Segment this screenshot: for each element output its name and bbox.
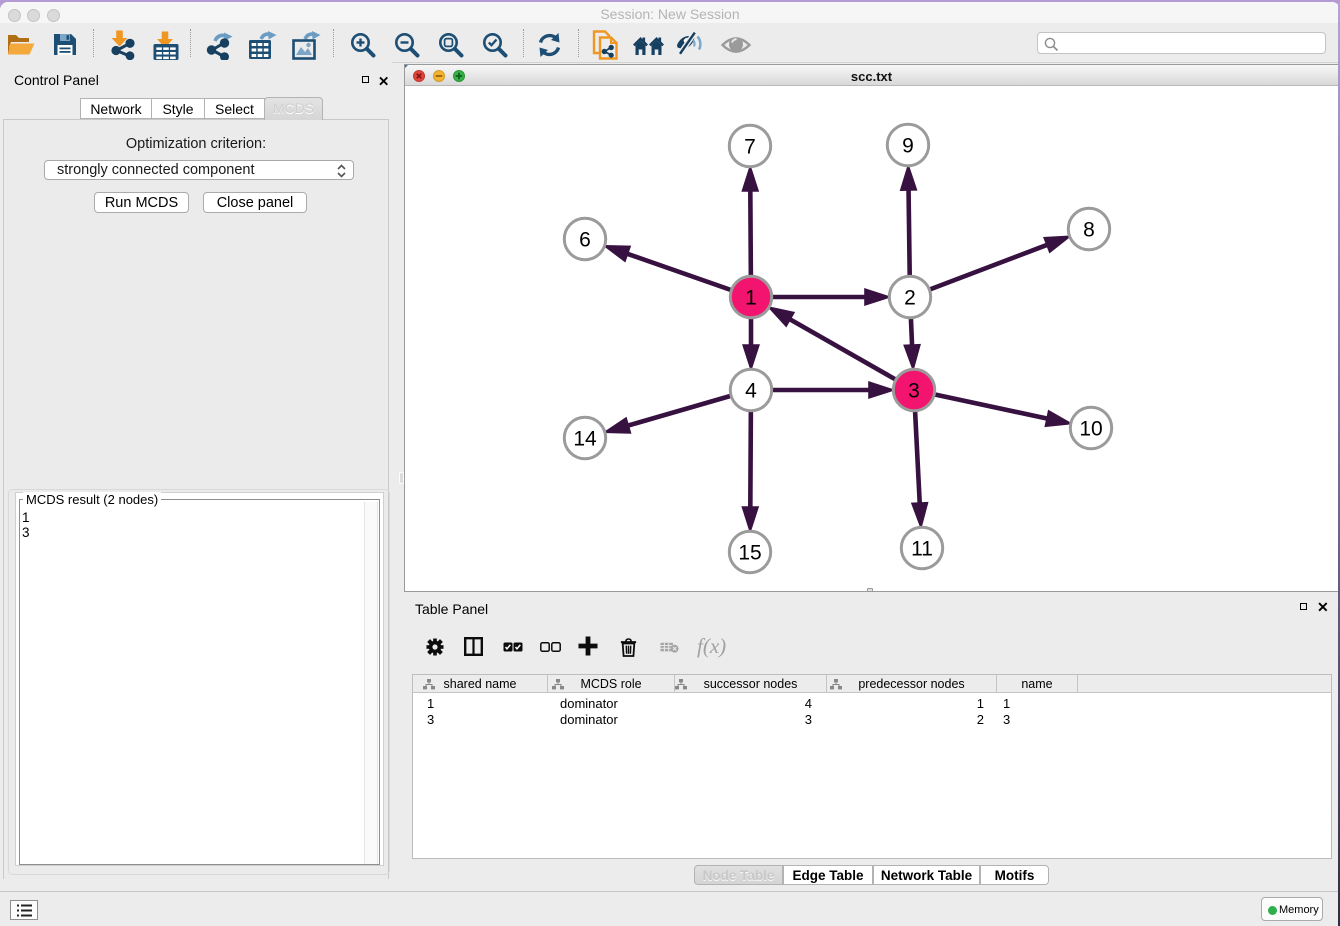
svg-text:3: 3 [908, 380, 920, 403]
svg-text:7: 7 [744, 136, 756, 159]
svg-text:15: 15 [738, 542, 761, 565]
svg-text:2: 2 [904, 287, 916, 310]
svg-text:4: 4 [745, 380, 757, 403]
svg-text:11: 11 [911, 538, 933, 561]
svg-text:6: 6 [579, 229, 591, 252]
svg-text:1: 1 [745, 287, 757, 310]
svg-text:9: 9 [902, 135, 914, 158]
svg-text:10: 10 [1079, 418, 1102, 441]
svg-text:14: 14 [573, 428, 597, 451]
svg-text:8: 8 [1083, 219, 1095, 242]
